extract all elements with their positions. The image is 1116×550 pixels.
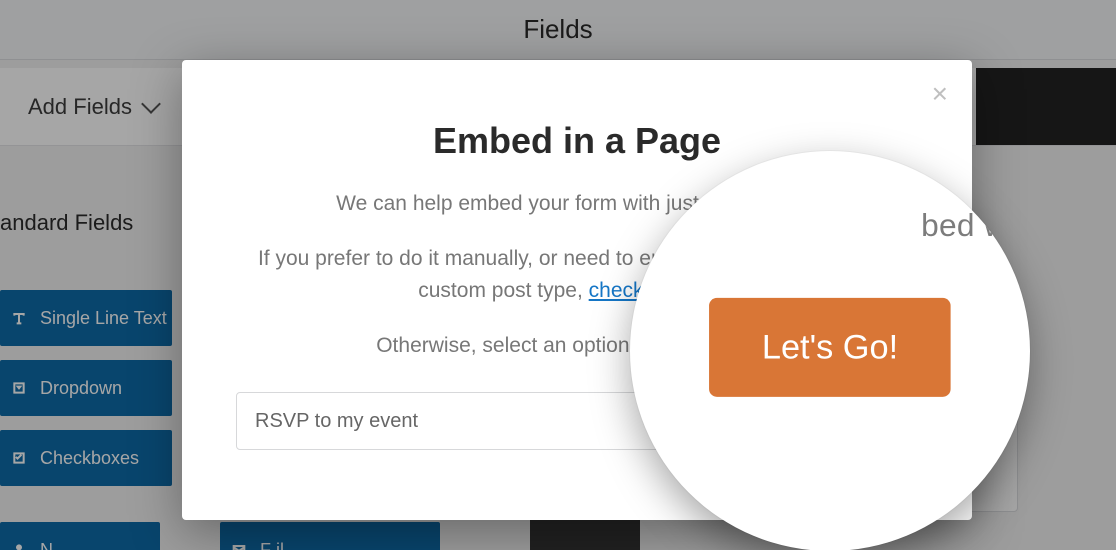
checkbox-icon	[10, 450, 28, 466]
page-header: Fields	[0, 0, 1116, 60]
zoom-tail-text: bed wizard.	[921, 208, 1030, 245]
field-email[interactable]: F il	[220, 522, 440, 550]
zoom-lens: bed wizard. Let's Go!	[630, 151, 1030, 550]
page-title: Fields	[523, 14, 592, 45]
text-icon	[10, 310, 28, 326]
standard-fields-heading: andard Fields	[0, 210, 133, 236]
field-label: Single Line Text	[40, 308, 167, 329]
user-icon	[10, 542, 28, 550]
field-name[interactable]: N	[0, 522, 160, 550]
add-fields-label: Add Fields	[28, 94, 132, 120]
field-dropdown[interactable]: Dropdown	[0, 360, 172, 416]
field-single-line-text[interactable]: Single Line Text	[0, 290, 172, 346]
field-label: N	[40, 540, 53, 550]
envelope-icon	[230, 542, 248, 550]
field-label: F il	[260, 540, 284, 550]
standard-fields-list: Single Line Text Dropdown Checkboxes	[0, 290, 172, 486]
field-label: Checkboxes	[40, 448, 139, 469]
chevron-down-icon	[141, 94, 161, 114]
extra-field-row: N F il	[0, 522, 440, 550]
toolbar-right-dark	[976, 68, 1116, 145]
caret-down-square-icon	[10, 380, 28, 396]
field-checkboxes[interactable]: Checkboxes	[0, 430, 172, 486]
add-fields-dropdown[interactable]: Add Fields	[28, 94, 158, 120]
field-label: Dropdown	[40, 378, 122, 399]
lets-go-button[interactable]: Let's Go!	[709, 298, 951, 397]
lets-go-label: Let's Go!	[762, 327, 898, 367]
close-icon[interactable]: ×	[932, 80, 948, 108]
